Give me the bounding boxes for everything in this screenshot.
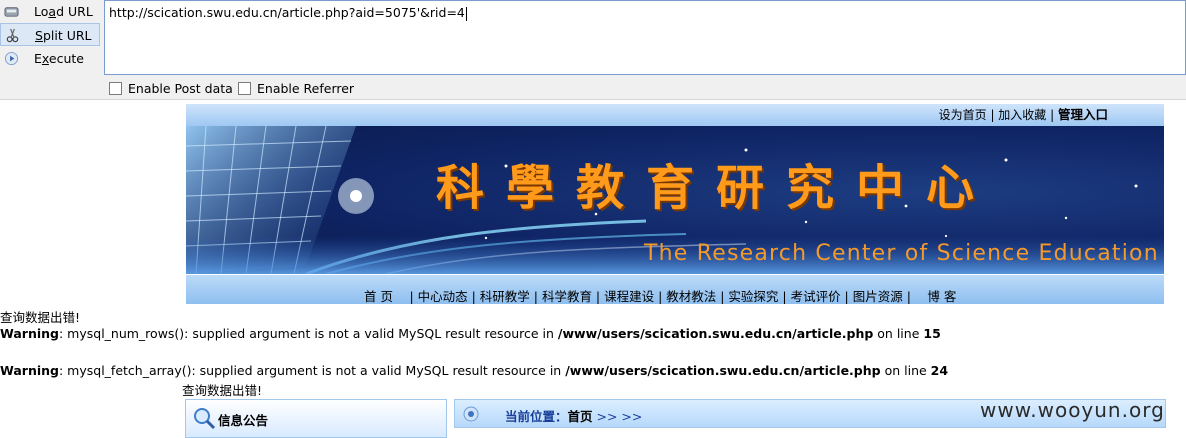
top-links-bar: 设为首页 | 加入收藏 | 管理入口: [186, 104, 1164, 126]
position-breadcrumb: 当前位置：首页 >> >>: [505, 406, 642, 425]
load-url-icon: [4, 7, 19, 17]
banner-english-title: The Research Center of Science Education: [644, 241, 1159, 266]
nav-menu-text[interactable]: 首 页 | 中心动态 | 科研教学 | 科学教育 | 课程建设 | 教材教法 |…: [364, 289, 956, 304]
warning-file: /www/users/scication.swu.edu.cn/article.…: [557, 326, 874, 341]
info-announcement-panel: 信息公告: [185, 399, 447, 438]
warning-label: Warning: [0, 363, 59, 378]
load-url-label: Load URL: [34, 4, 93, 19]
warning-line-number: 15: [923, 326, 941, 341]
play-icon: [4, 51, 19, 66]
warning-file: /www/users/scication.swu.edu.cn/article.…: [565, 363, 881, 378]
warning-label: Warning: [0, 326, 59, 341]
query-error-text-2: 查询数据出错!: [182, 383, 263, 398]
magnifier-icon: [194, 408, 216, 430]
split-url-label: Split URL: [35, 28, 92, 43]
enable-post-checkbox[interactable]: Enable Post data: [109, 81, 233, 96]
breadcrumb-home-link[interactable]: 首页: [568, 409, 593, 424]
php-warning-num-rows: Warning: mysql_num_rows(): supplied argu…: [0, 326, 941, 341]
warning-line-number: 24: [930, 363, 949, 378]
warning-message: : mysql_fetch_array(): supplied argument…: [58, 363, 566, 378]
position-label: 当前位置：: [505, 409, 568, 424]
warning-on-line: on line: [880, 363, 931, 378]
execute-button[interactable]: Execute: [0, 47, 100, 70]
hackbar-toolbar: Load URL Split URL Execute http://scicat…: [0, 0, 1186, 100]
main-navigation[interactable]: 首 页 | 中心动态 | 科研教学 | 科学教育 | 课程建设 | 教材教法 |…: [186, 275, 1164, 304]
top-links-separator: |: [1046, 108, 1058, 122]
banner-chinese-title: 科學教育研究中心: [436, 160, 997, 216]
enable-post-checkbox-box[interactable]: [109, 82, 122, 95]
enable-referrer-label: Enable Referrer: [257, 81, 355, 96]
enable-post-label: Enable Post data: [128, 81, 233, 96]
position-icon: [463, 406, 479, 422]
php-warning-fetch-array: Warning: mysql_fetch_array(): supplied a…: [0, 363, 948, 378]
query-error-text: 查询数据出错!: [0, 310, 81, 325]
text-caret: [465, 6, 467, 21]
enable-referrer-checkbox-box[interactable]: [238, 82, 251, 95]
split-url-button[interactable]: Split URL: [0, 23, 100, 46]
load-url-button[interactable]: Load URL: [0, 0, 100, 23]
site-banner: 科學教育研究中心 The Research Center of Science …: [186, 126, 1164, 274]
url-text: http://scication.swu.edu.cn/article.php?…: [109, 5, 465, 20]
info-announcement-title: 信息公告: [218, 413, 269, 428]
warning-message: : mysql_num_rows(): supplied argument is…: [58, 326, 558, 341]
wooyun-watermark: www.wooyun.org: [980, 398, 1165, 422]
url-textarea[interactable]: http://scication.swu.edu.cn/article.php?…: [104, 0, 1186, 75]
warning-on-line: on line: [873, 326, 924, 341]
set-homepage-link[interactable]: 设为首页: [939, 108, 987, 122]
scissors-icon: [6, 28, 19, 43]
add-favorite-link[interactable]: 加入收藏: [998, 108, 1046, 122]
top-links-separator: |: [986, 108, 999, 122]
enable-referrer-checkbox[interactable]: Enable Referrer: [238, 81, 354, 96]
execute-label: Execute: [34, 51, 84, 66]
breadcrumb-arrows: >> >>: [592, 409, 643, 424]
admin-entry-link[interactable]: 管理入口: [1058, 107, 1108, 122]
